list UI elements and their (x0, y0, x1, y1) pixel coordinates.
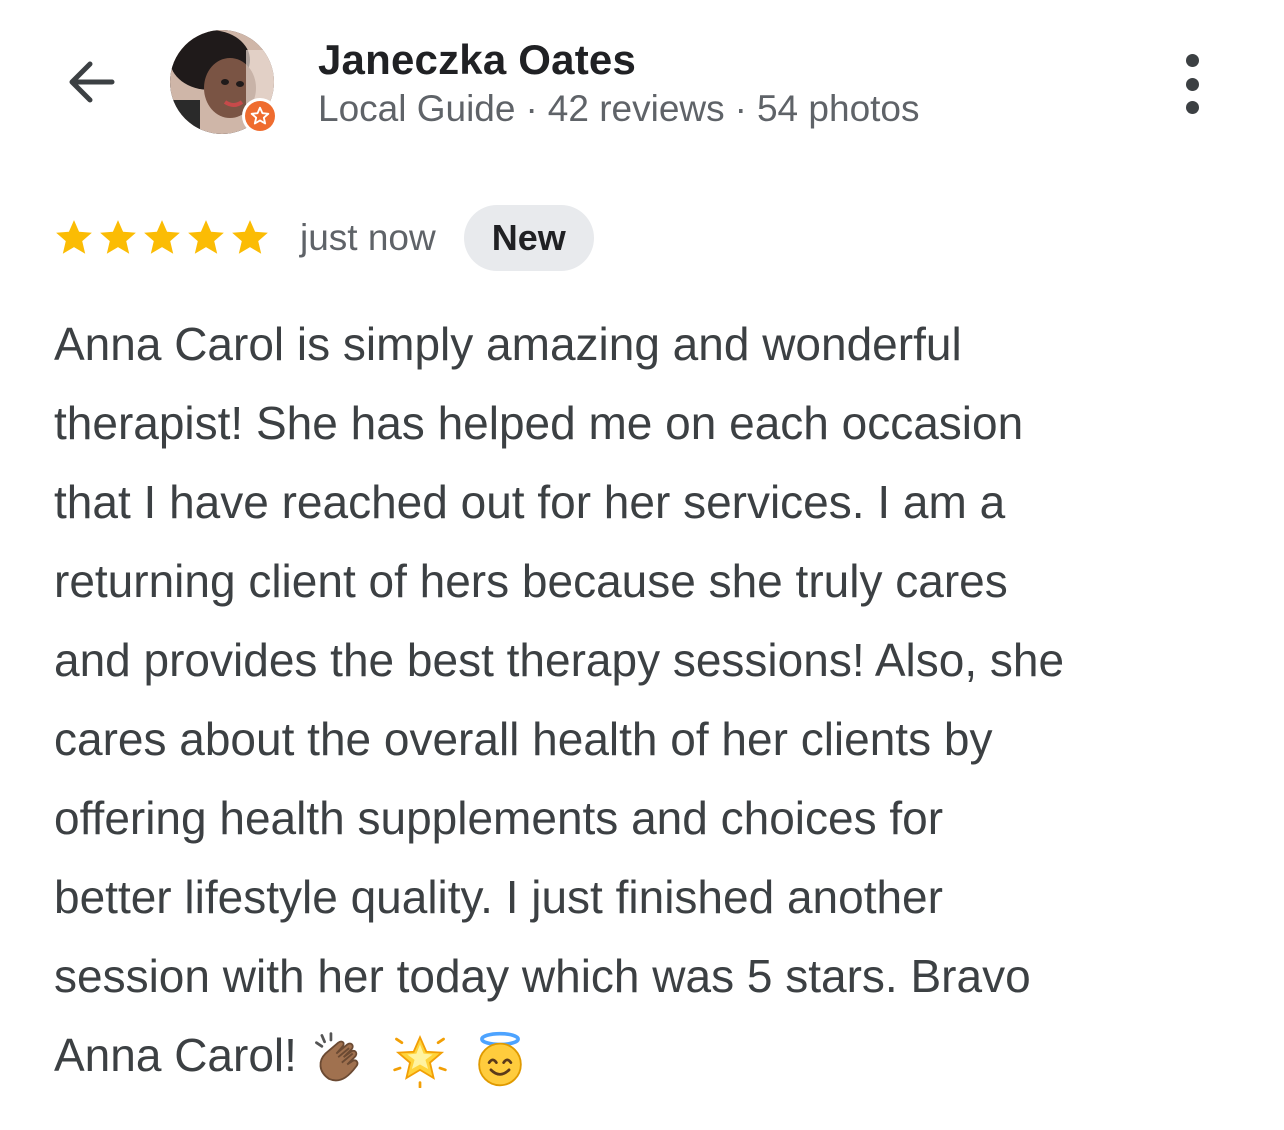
review-text-line: and provides the best therapy sessions! … (54, 634, 1065, 686)
star-rating (52, 217, 272, 259)
more-options-button[interactable] (1170, 48, 1214, 120)
review-text-line: therapist! She has helped me on each occ… (54, 397, 1024, 449)
smiling-face-with-halo-emoji (471, 1030, 529, 1088)
arrow-back-icon (69, 61, 115, 103)
review-text-line: offering health supplements and choices … (54, 792, 944, 844)
star-icon (188, 220, 224, 254)
back-button[interactable] (58, 52, 122, 112)
review-text-line: Anna Carol! (54, 1016, 1254, 1095)
star-icon (144, 220, 180, 254)
review-text-line: that I have reached out for her services… (54, 476, 1006, 528)
emoji-group (311, 1030, 551, 1089)
review-text-line: better lifestyle quality. I just finishe… (54, 871, 943, 923)
glowing-star-emoji (391, 1030, 449, 1089)
photo-count: 54 photos (756, 88, 920, 129)
reviewer-name[interactable]: Janeczka Oates (318, 36, 636, 84)
star-icon (232, 220, 268, 254)
review-text: Anna Carol is simply amazing and wonderf… (54, 305, 1254, 1095)
more-vert-icon (1185, 54, 1199, 67)
review-text-line: session with her today which was 5 stars… (54, 950, 1031, 1002)
review-time: just now (300, 217, 436, 258)
rating-row: just now New (52, 204, 594, 272)
review-text-line: Anna Carol is simply amazing and wonderf… (54, 318, 962, 370)
clapping-hands-emoji (311, 1030, 369, 1088)
reviewer-avatar[interactable] (170, 30, 278, 138)
reviewer-meta: Local Guide · 42 reviews · 54 photos (318, 88, 920, 130)
local-guide-badge (242, 98, 278, 134)
local-guide-star-icon (250, 106, 270, 125)
meta-separator: · (525, 88, 538, 129)
review-text-line: cares about the overall health of her cl… (54, 713, 993, 765)
star-icon (56, 220, 92, 254)
meta-separator: · (734, 88, 747, 129)
review-count: 42 reviews (547, 88, 725, 129)
star-icon (100, 220, 136, 254)
review-text-line: returning client of hers because she tru… (54, 555, 1008, 607)
new-badge: New (463, 205, 594, 271)
local-guide-label: Local Guide (318, 88, 516, 129)
